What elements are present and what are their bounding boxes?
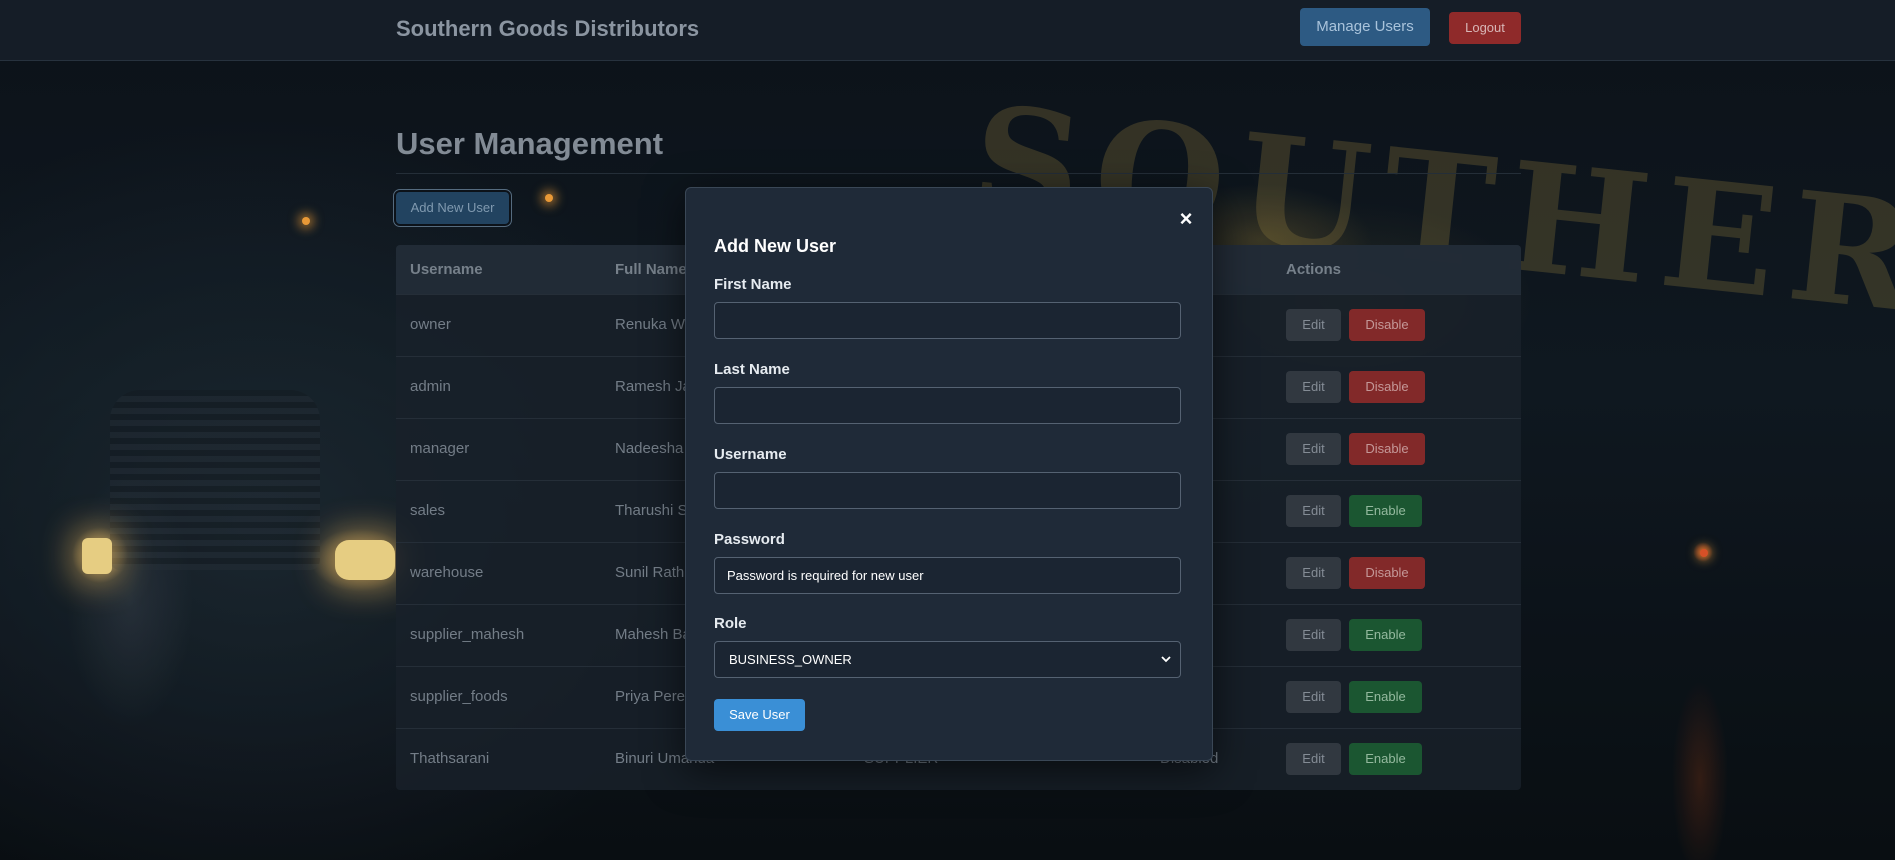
first-name-label: First Name — [714, 276, 792, 293]
last-name-label: Last Name — [714, 361, 790, 378]
chevron-down-icon — [1161, 654, 1171, 664]
password-label: Password — [714, 531, 785, 548]
username-label: Username — [714, 446, 787, 463]
modal-title: Add New User — [714, 236, 837, 256]
last-name-field[interactable] — [714, 387, 1181, 424]
username-field[interactable] — [714, 472, 1181, 509]
logout-button[interactable]: Logout — [1449, 12, 1521, 44]
top-navbar: Southern Goods Distributors Manage Users… — [0, 0, 1895, 61]
save-user-button[interactable]: Save User — [714, 699, 805, 731]
password-field[interactable] — [714, 557, 1181, 594]
add-user-modal: × Add New User First Name Last Name User… — [685, 187, 1213, 761]
first-name-field[interactable] — [714, 302, 1181, 339]
role-label: Role — [714, 615, 747, 632]
brand-title: Southern Goods Distributors — [396, 16, 700, 41]
role-select-value: BUSINESS_OWNER — [729, 652, 852, 667]
close-icon[interactable]: × — [1175, 208, 1197, 230]
role-select[interactable]: BUSINESS_OWNER — [714, 641, 1181, 678]
manage-users-button[interactable]: Manage Users — [1300, 8, 1430, 46]
